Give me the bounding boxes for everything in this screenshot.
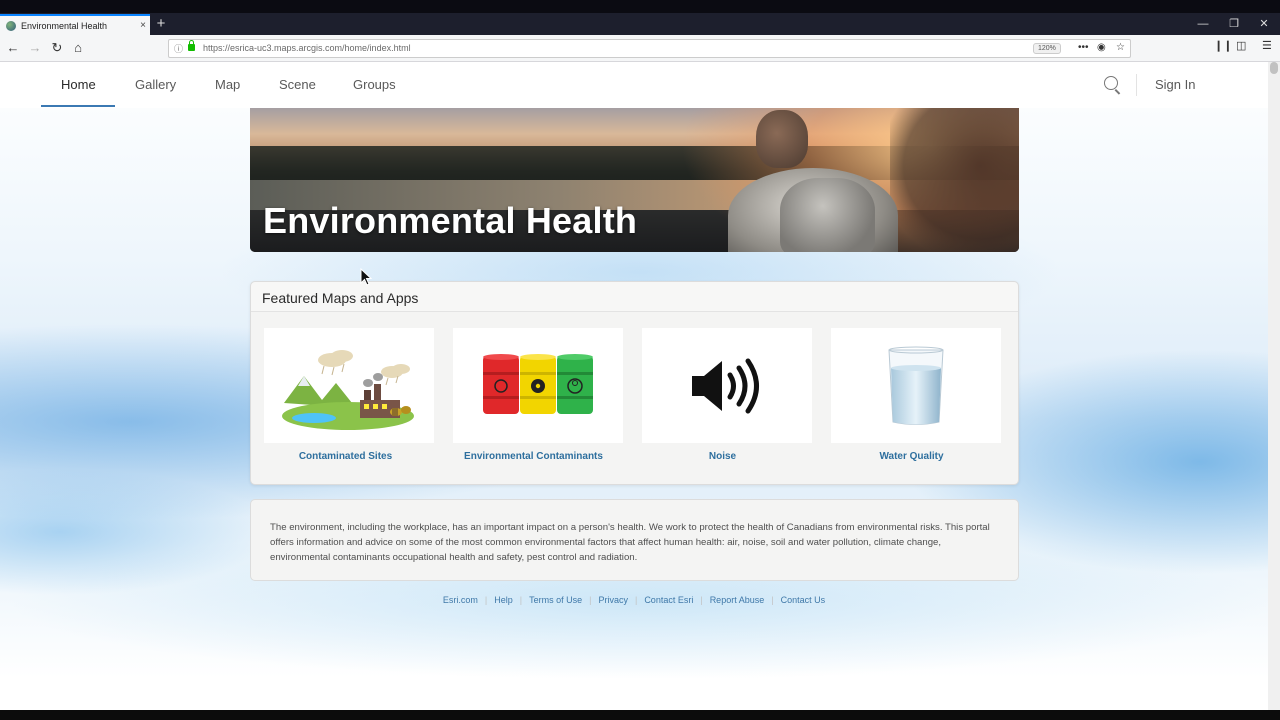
page-viewport: Home Gallery Map Scene Groups Sign In En…: [0, 62, 1268, 710]
home-icon[interactable]: ⌂: [69, 39, 87, 57]
nav-groups[interactable]: Groups: [353, 77, 396, 92]
nav-gallery[interactable]: Gallery: [135, 77, 176, 92]
browser-tab-strip: Environmental Health × + — ❐ ✕: [0, 0, 1280, 35]
hero-banner: Environmental Health: [250, 108, 1019, 252]
banner-trees: [890, 108, 1019, 252]
footer-divider: |: [589, 595, 592, 605]
chemical-barrels-icon: [483, 354, 593, 414]
footer-link-terms[interactable]: Terms of Use: [529, 595, 582, 605]
address-bar[interactable]: ⓘ https://esrica-uc3.maps.arcgis.com/hom…: [168, 39, 1131, 58]
site-info-icon[interactable]: ⓘ: [174, 42, 183, 55]
restore-window-button[interactable]: ❐: [1219, 14, 1249, 34]
footer-link-esri-com[interactable]: Esri.com: [443, 595, 478, 605]
lock-icon: [188, 40, 195, 51]
browser-toolbar: ← → ↻ ⌂ ⓘ https://esrica-uc3.maps.arcgis…: [0, 35, 1280, 62]
card-noise[interactable]: [642, 328, 812, 443]
footer-divider: |: [700, 595, 703, 605]
featured-heading: Featured Maps and Apps: [262, 290, 419, 306]
new-tab-button[interactable]: +: [153, 14, 169, 34]
screen-bottom-edge: [0, 710, 1280, 720]
search-icon[interactable]: [1104, 76, 1118, 90]
back-arrow-icon[interactable]: ←: [4, 39, 22, 57]
footer-divider: |: [484, 595, 488, 605]
footer-link-report-abuse[interactable]: Report Abuse: [710, 595, 765, 605]
bookmark-star-icon[interactable]: ☆: [1116, 42, 1125, 53]
banner-hiker-head: [756, 110, 808, 168]
footer-link-contact-esri[interactable]: Contact Esri: [644, 595, 693, 605]
menu-hamburger-icon[interactable]: ☰: [1262, 39, 1272, 52]
footer-link-privacy[interactable]: Privacy: [598, 595, 628, 605]
page-actions-icon[interactable]: •••: [1078, 42, 1089, 53]
nav-home[interactable]: Home: [61, 77, 96, 92]
zoom-level-badge[interactable]: 120%: [1033, 43, 1061, 54]
sidebar-icon[interactable]: ◫: [1236, 39, 1246, 52]
description-text: The environment, including the workplace…: [270, 522, 990, 563]
banner-title: Environmental Health: [263, 200, 638, 241]
url-text[interactable]: https://esrica-uc3.maps.arcgis.com/home/…: [203, 43, 411, 53]
polluted-landscape-icon: [282, 350, 414, 430]
featured-header: Featured Maps and Apps: [251, 282, 1018, 312]
description-panel: The environment, including the workplace…: [250, 499, 1019, 581]
active-nav-underline: [41, 105, 115, 107]
footer-divider: |: [634, 595, 638, 605]
footer-link-help[interactable]: Help: [494, 595, 513, 605]
water-glass-icon: [888, 346, 944, 425]
banner-backpack: [780, 178, 875, 252]
footer-links: Esri.com | Help | Terms of Use | Privacy | Conta…: [0, 595, 1268, 609]
card-label-noise[interactable]: Noise: [628, 451, 817, 462]
close-window-button[interactable]: ✕: [1249, 14, 1279, 34]
card-label-contaminated-sites[interactable]: Contaminated Sites: [251, 451, 440, 462]
card-label-water-quality[interactable]: Water Quality: [817, 451, 1006, 462]
nav-map[interactable]: Map: [215, 77, 240, 92]
minimize-window-button[interactable]: —: [1188, 14, 1218, 34]
featured-panel: Featured Maps and Apps Contaminated Site…: [250, 281, 1019, 485]
site-favicon-icon: [6, 20, 16, 31]
page-scrollbar[interactable]: [1268, 62, 1280, 710]
library-icon[interactable]: ❙❙: [1214, 39, 1232, 52]
nav-scene[interactable]: Scene: [279, 77, 316, 92]
tab-close-icon[interactable]: ×: [136, 20, 150, 31]
card-environmental-contaminants[interactable]: [453, 328, 623, 443]
reload-icon[interactable]: ↻: [48, 39, 66, 57]
pocket-icon[interactable]: ◉: [1097, 42, 1106, 53]
sign-in-link[interactable]: Sign In: [1155, 77, 1195, 92]
mouse-cursor-icon: [360, 268, 372, 286]
browser-tab[interactable]: Environmental Health ×: [0, 14, 150, 35]
footer-divider: |: [771, 595, 774, 605]
footer-link-contact-us[interactable]: Contact Us: [781, 595, 826, 605]
card-water-quality[interactable]: [831, 328, 1001, 443]
scrollbar-thumb[interactable]: [1270, 62, 1278, 74]
forward-arrow-icon[interactable]: →: [26, 39, 44, 57]
card-contaminated-sites[interactable]: [264, 328, 434, 443]
footer-divider: |: [519, 595, 523, 605]
card-label-environmental-contaminants[interactable]: Environmental Contaminants: [439, 451, 628, 462]
speaker-icon: [692, 358, 759, 414]
nav-divider: [1136, 74, 1137, 96]
tab-title: Environmental Health: [21, 20, 108, 31]
site-navigation: Home Gallery Map Scene Groups Sign In: [0, 62, 1268, 108]
